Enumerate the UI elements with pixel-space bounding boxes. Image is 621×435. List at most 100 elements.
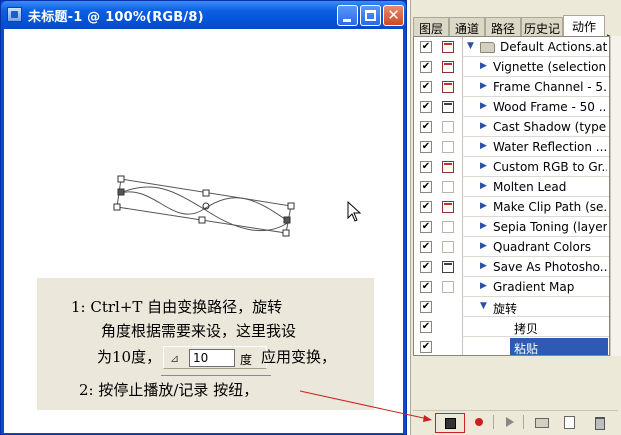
collapse-triangle-icon[interactable]: ▼ [467,41,474,51]
action-label: 旋转 [493,302,518,316]
toggle-item-checkbox[interactable]: ✔ [420,341,432,353]
create-new-action-button[interactable] [561,414,577,430]
action-set-row[interactable]: ✔ ▼ Default Actions.atn [414,37,609,57]
action-row[interactable]: ✔ ▶ Water Reflection ... [414,137,609,157]
toggle-dialog-icon[interactable] [442,101,454,113]
toggle-dialog-icon[interactable] [442,281,454,293]
expand-triangle-icon[interactable]: ▶ [480,241,487,251]
expand-triangle-icon[interactable]: ▶ [480,181,487,191]
instruction-step-1-apply: 应用变换， [261,348,337,366]
minimize-button[interactable] [337,5,358,26]
action-row[interactable]: ✔ ▶ Make Clip Path (se... [414,197,609,217]
toolbar-divider [493,415,494,429]
action-row[interactable]: ✔ ▶ Custom RGB to Gr... [414,157,609,177]
action-row[interactable]: ✔ ▶ Molten Lead [414,177,609,197]
toggle-dialog-icon[interactable] [442,221,454,233]
toggle-item-checkbox[interactable]: ✔ [420,101,432,113]
transformed-path [113,175,362,237]
toggle-dialog-icon[interactable] [442,61,454,73]
transform-handle [198,216,206,224]
tab-paths[interactable]: 路径 [485,17,521,36]
action-row[interactable]: ✔ ▶ Wood Frame - 50 ... [414,97,609,117]
panel-tabs: 图层 通道 路径 历史记 动作 ▶ [411,15,621,43]
action-label: Custom RGB to Gr... [493,160,607,174]
transform-handle [117,188,125,196]
toggle-item-checkbox[interactable]: ✔ [420,221,432,233]
column-divider [462,257,463,277]
action-label: Molten Lead [493,180,567,194]
document-canvas[interactable]: 1: Ctrl+T 自由变换路径，旋转 角度根据需要来设，这里我设 为10度， … [4,29,403,433]
expand-triangle-icon[interactable]: ▶ [480,101,487,111]
stop-playing-recording-button[interactable] [435,413,465,433]
actions-scrollbar[interactable] [610,36,621,356]
expand-triangle-icon[interactable]: ▶ [480,261,487,271]
expand-triangle-icon[interactable]: ▶ [480,81,487,91]
toggle-item-checkbox[interactable]: ✔ [420,41,432,53]
expand-triangle-icon[interactable]: ▶ [480,221,487,231]
expand-triangle-icon[interactable]: ▶ [480,141,487,151]
photoshop-document-icon[interactable] [7,7,22,22]
toggle-item-checkbox[interactable]: ✔ [420,61,432,73]
toggle-item-checkbox[interactable]: ✔ [420,81,432,93]
maximize-button[interactable] [360,5,381,26]
collapse-triangle-icon[interactable]: ▼ [480,301,487,311]
begin-recording-button[interactable] [471,414,487,430]
column-divider [462,37,463,57]
action-row[interactable]: ✔ ▼ 旋转 [414,297,609,317]
toggle-item-checkbox[interactable]: ✔ [420,161,432,173]
close-button[interactable]: ✕ [383,5,404,26]
maximize-icon [365,10,376,21]
column-divider [462,217,463,237]
toggle-dialog-icon[interactable] [442,161,454,173]
action-row[interactable]: ✔ ▶ Vignette (selection) [414,57,609,77]
toggle-item-checkbox[interactable]: ✔ [420,181,432,193]
document-titlebar[interactable]: 未标题-1 @ 100%(RGB/8) ✕ [1,1,406,29]
action-label: Quadrant Colors [493,240,592,254]
expand-triangle-icon[interactable]: ▶ [480,61,487,71]
column-divider [462,97,463,117]
toggle-dialog-icon[interactable] [442,181,454,193]
tab-actions[interactable]: 动作 [563,15,605,36]
column-divider [462,57,463,77]
expand-triangle-icon[interactable]: ▶ [480,281,487,291]
actions-list[interactable]: ✔ ▼ Default Actions.atn ✔ ▶ Vignette (selecti… [413,36,610,356]
toggle-item-checkbox[interactable]: ✔ [420,121,432,133]
action-row[interactable]: ✔ ▶ Quadrant Colors [414,237,609,257]
toggle-item-checkbox[interactable]: ✔ [420,281,432,293]
action-row[interactable]: ✔ ▶ Cast Shadow (type) [414,117,609,137]
rotate-angle-input[interactable]: 10 [189,349,235,367]
tab-layers[interactable]: 图层 [413,17,449,36]
tab-channels[interactable]: 通道 [449,17,485,36]
action-row[interactable]: ✔ ▶ Gradient Map [414,277,609,297]
action-label: Wood Frame - 50 ... [493,100,607,114]
toggle-item-checkbox[interactable]: ✔ [420,301,432,313]
expand-triangle-icon[interactable]: ▶ [480,161,487,171]
toggle-item-checkbox[interactable]: ✔ [420,261,432,273]
toggle-item-checkbox[interactable]: ✔ [420,201,432,213]
toggle-item-checkbox[interactable]: ✔ [420,241,432,253]
create-new-set-button[interactable] [533,414,549,430]
tab-history[interactable]: 历史记 [521,17,563,36]
action-label: 粘贴 [514,342,539,356]
column-divider [462,137,463,157]
expand-triangle-icon[interactable]: ▶ [480,201,487,211]
toggle-item-checkbox[interactable]: ✔ [420,141,432,153]
delete-button[interactable] [591,414,607,430]
action-row[interactable]: ✔ ▶ Sepia Toning (layer) [414,217,609,237]
toggle-dialog-icon[interactable] [442,121,454,133]
toggle-dialog-icon[interactable] [442,81,454,93]
toggle-dialog-icon[interactable] [442,201,454,213]
toggle-dialog-icon[interactable] [442,241,454,253]
play-selection-button[interactable] [501,414,517,430]
action-row[interactable]: ✔ ▶ Save As Photosho... [414,257,609,277]
toggle-dialog-icon[interactable] [442,41,454,53]
toggle-item-checkbox[interactable]: ✔ [420,321,432,333]
expand-triangle-icon[interactable]: ▶ [480,121,487,131]
column-divider [462,317,463,337]
toggle-dialog-icon[interactable] [442,141,454,153]
toggle-dialog-icon[interactable] [442,261,454,273]
action-row[interactable]: ✔ ▶ Frame Channel - 5... [414,77,609,97]
action-step-row[interactable]: ✔ 拷贝 [414,317,609,337]
action-step-row[interactable]: ✔ 粘贴 [414,337,609,356]
action-label: Water Reflection ... [493,140,607,154]
